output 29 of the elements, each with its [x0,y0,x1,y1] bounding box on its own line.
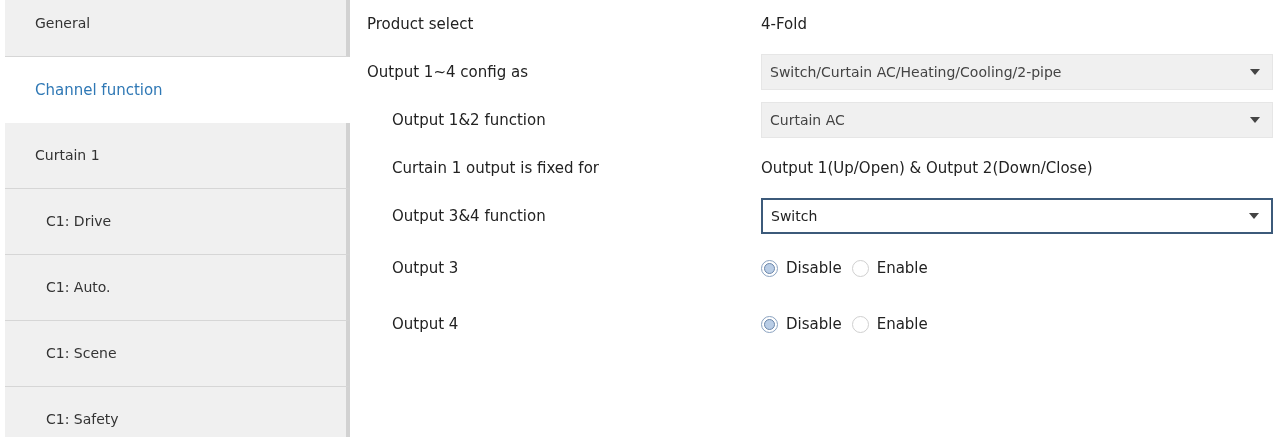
sidebar-item[interactable]: Curtain 1 [5,123,350,189]
radio-option[interactable]: Enable [851,312,928,336]
radio-button[interactable] [761,259,778,277]
caret-icon [1249,213,1259,219]
radio-option[interactable]: Disable [761,256,842,280]
dropdown[interactable]: Curtain AC [761,102,1273,138]
parameter-label: Output 4 [391,313,460,335]
dropdown[interactable]: Switch [761,198,1273,234]
parameter-label: Output 3&4 function [391,205,547,227]
radio-button[interactable] [851,259,869,277]
sidebar-item[interactable]: C1: Auto. [5,255,350,321]
radio-option[interactable]: Enable [851,256,928,280]
radio-option[interactable]: Disable [761,312,842,336]
radio-button[interactable] [851,315,869,333]
sidebar-item[interactable]: General [5,0,350,57]
sidebar-item[interactable]: C1: Drive [5,189,350,255]
radio-button[interactable] [761,315,778,333]
sidebar-item[interactable]: C1: Scene [5,321,350,387]
caret-icon [1250,69,1260,75]
sidebar-item[interactable]: C1: Safety [5,387,350,437]
parameter-label: Product select [367,13,475,35]
parameter-label: Output 1&2 function [391,109,547,131]
parameter-label: Output 1~4 config as [367,61,529,83]
dropdown[interactable]: Switch/Curtain AC/Heating/Cooling/2-pipe [761,54,1273,90]
parameter-label: Curtain 1 output is fixed for [391,157,600,179]
parameter-value: Output 1(Up/Open) & Output 2(Down/Close) [761,157,1093,179]
parameter-value: 4-Fold [761,13,807,35]
caret-icon [1250,117,1260,123]
parameter-label: Output 3 [391,257,460,279]
